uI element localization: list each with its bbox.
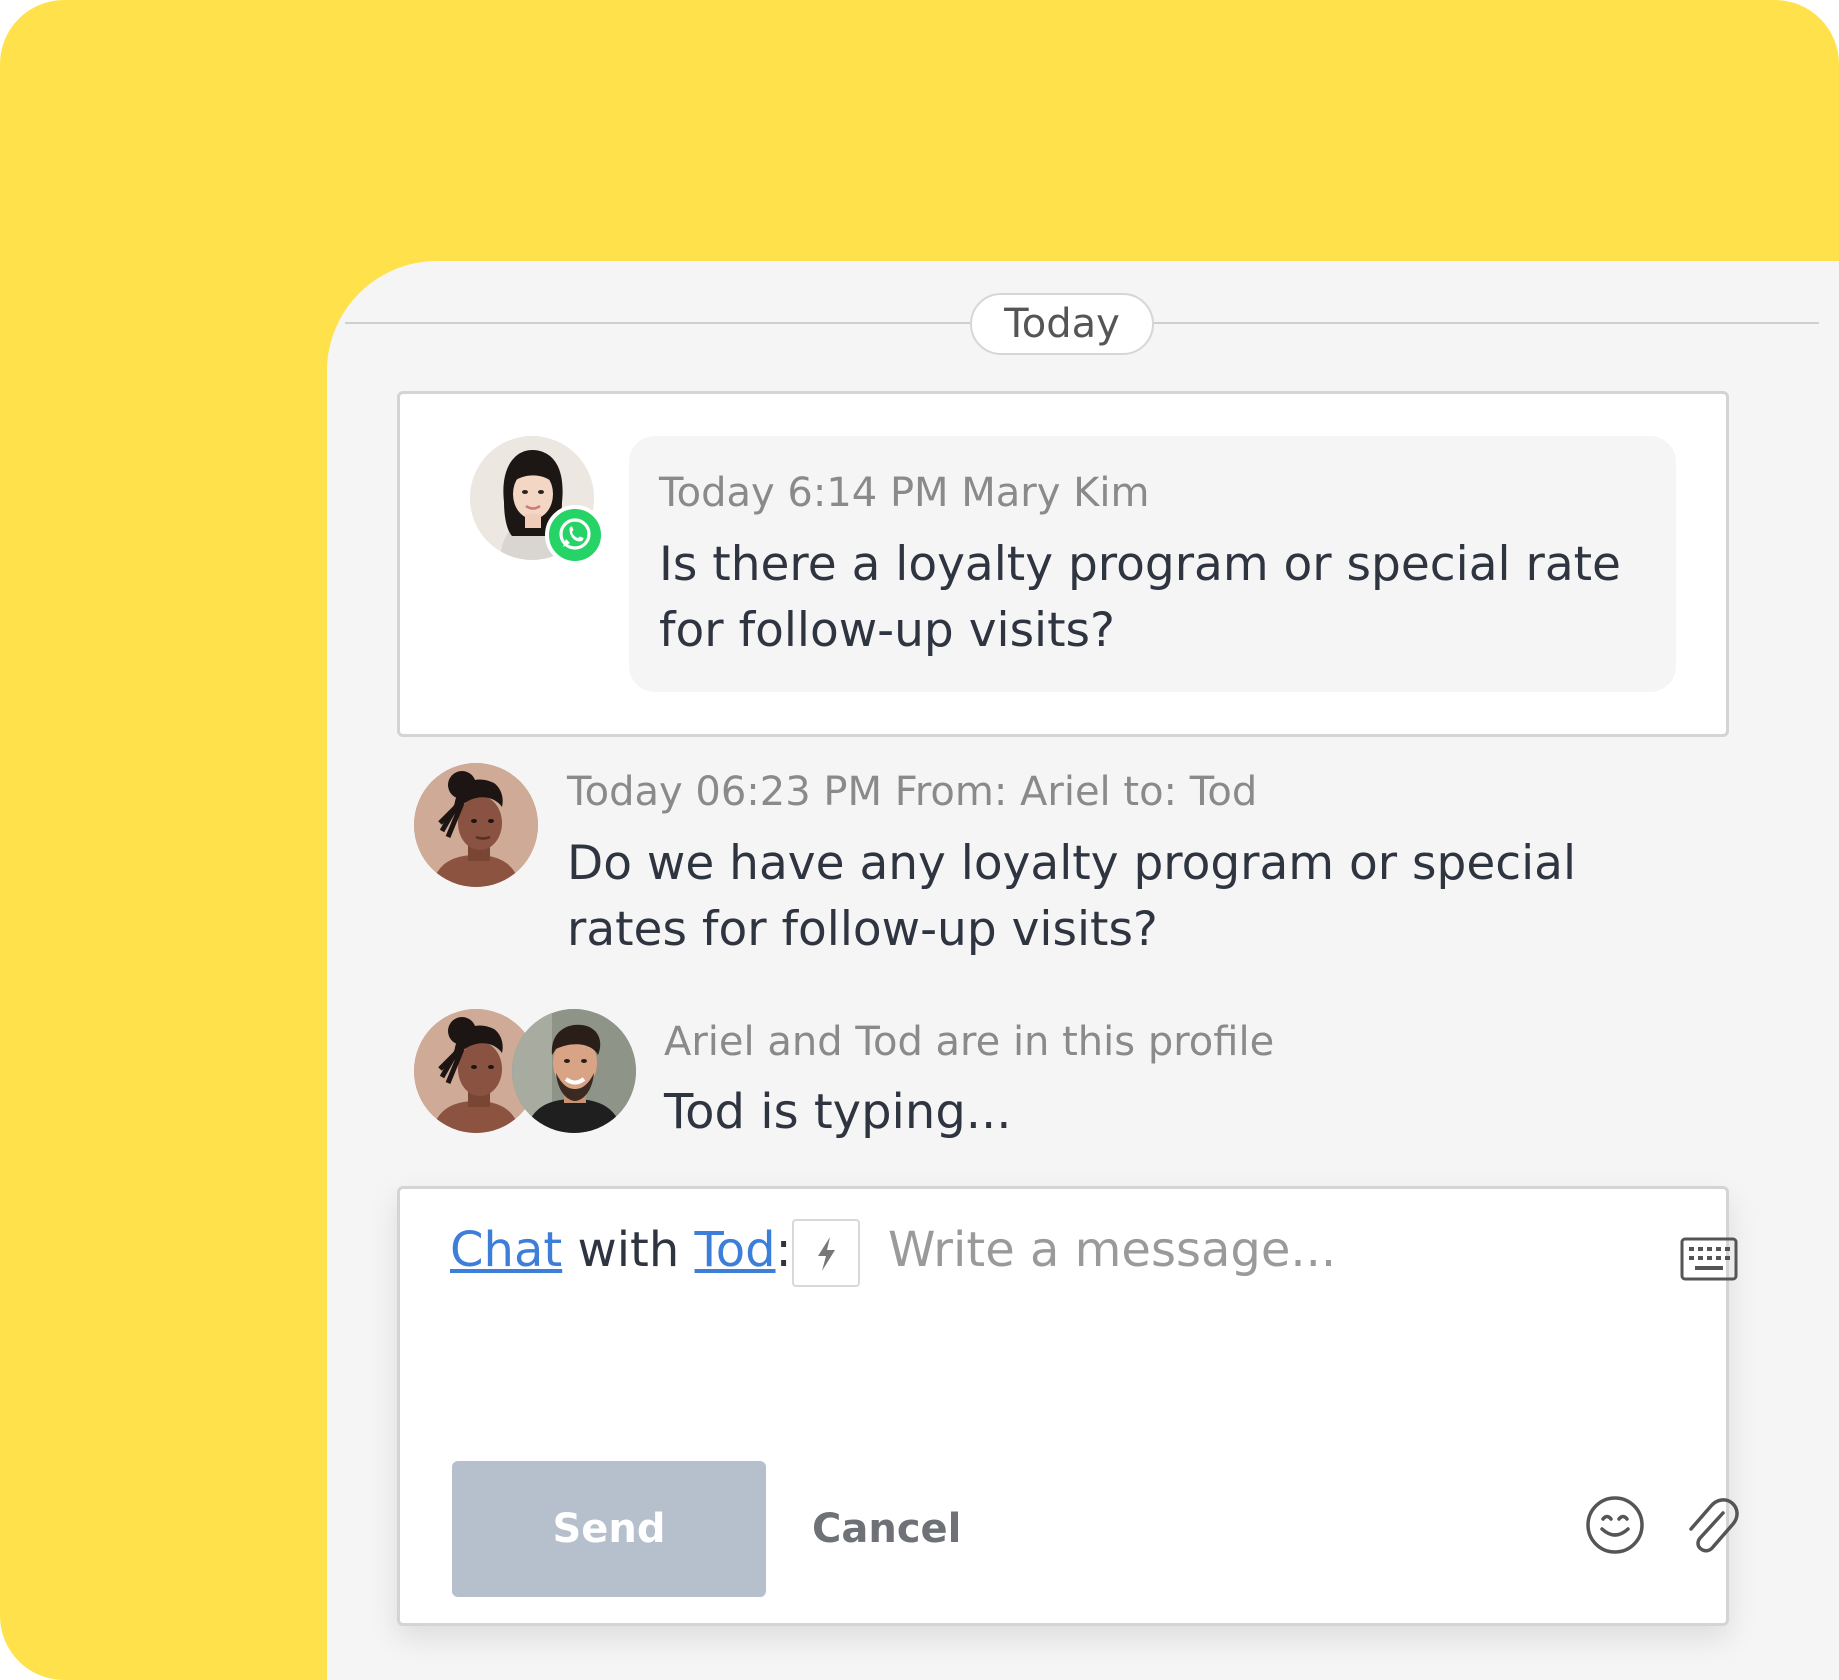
message-bubble: Today 6:14 PM Mary Kim Is there a loyalt… bbox=[629, 436, 1676, 692]
date-divider: Today bbox=[970, 293, 1154, 355]
keyboard-icon[interactable] bbox=[1680, 1237, 1738, 1281]
recipient-link[interactable]: Tod bbox=[695, 1222, 776, 1278]
colon-label: : bbox=[775, 1222, 792, 1278]
typing-indicator: Tod is typing... bbox=[664, 1084, 1012, 1140]
send-button[interactable]: Send bbox=[452, 1461, 766, 1597]
lightning-icon bbox=[818, 1237, 835, 1271]
quick-replies-button[interactable] bbox=[792, 1219, 860, 1287]
presence-status: Ariel and Tod are in this profile bbox=[664, 1019, 1275, 1065]
message-text: Is there a loyalty program or special ra… bbox=[659, 537, 1621, 658]
composer-recipient-line: Chat with Tod: bbox=[450, 1217, 792, 1283]
ariel-avatar bbox=[414, 763, 538, 887]
message-input[interactable]: Write a message... bbox=[888, 1217, 1336, 1283]
chat-panel: Today Today 6:14 PM Mary Kim Is there a … bbox=[327, 261, 1839, 1680]
chat-mode-link[interactable]: Chat bbox=[450, 1222, 562, 1278]
internal-message-text: Do we have any loyalty program or specia… bbox=[567, 836, 1577, 957]
cancel-button[interactable]: Cancel bbox=[812, 1497, 961, 1561]
emoji-icon[interactable] bbox=[1585, 1495, 1645, 1555]
internal-message-meta: Today 06:23 PM From: Ariel to: Tod bbox=[567, 769, 1258, 815]
paperclip-icon[interactable] bbox=[1683, 1493, 1739, 1555]
message-composer: Chat with Tod: Write a message... Send C… bbox=[397, 1186, 1739, 1626]
whatsapp-icon bbox=[545, 505, 605, 565]
client-message-card: Today 6:14 PM Mary Kim Is there a loyalt… bbox=[397, 391, 1729, 737]
with-label: with bbox=[577, 1222, 680, 1278]
message-meta: Today 6:14 PM Mary Kim bbox=[659, 470, 1150, 516]
tod-presence-avatar bbox=[512, 1009, 636, 1133]
